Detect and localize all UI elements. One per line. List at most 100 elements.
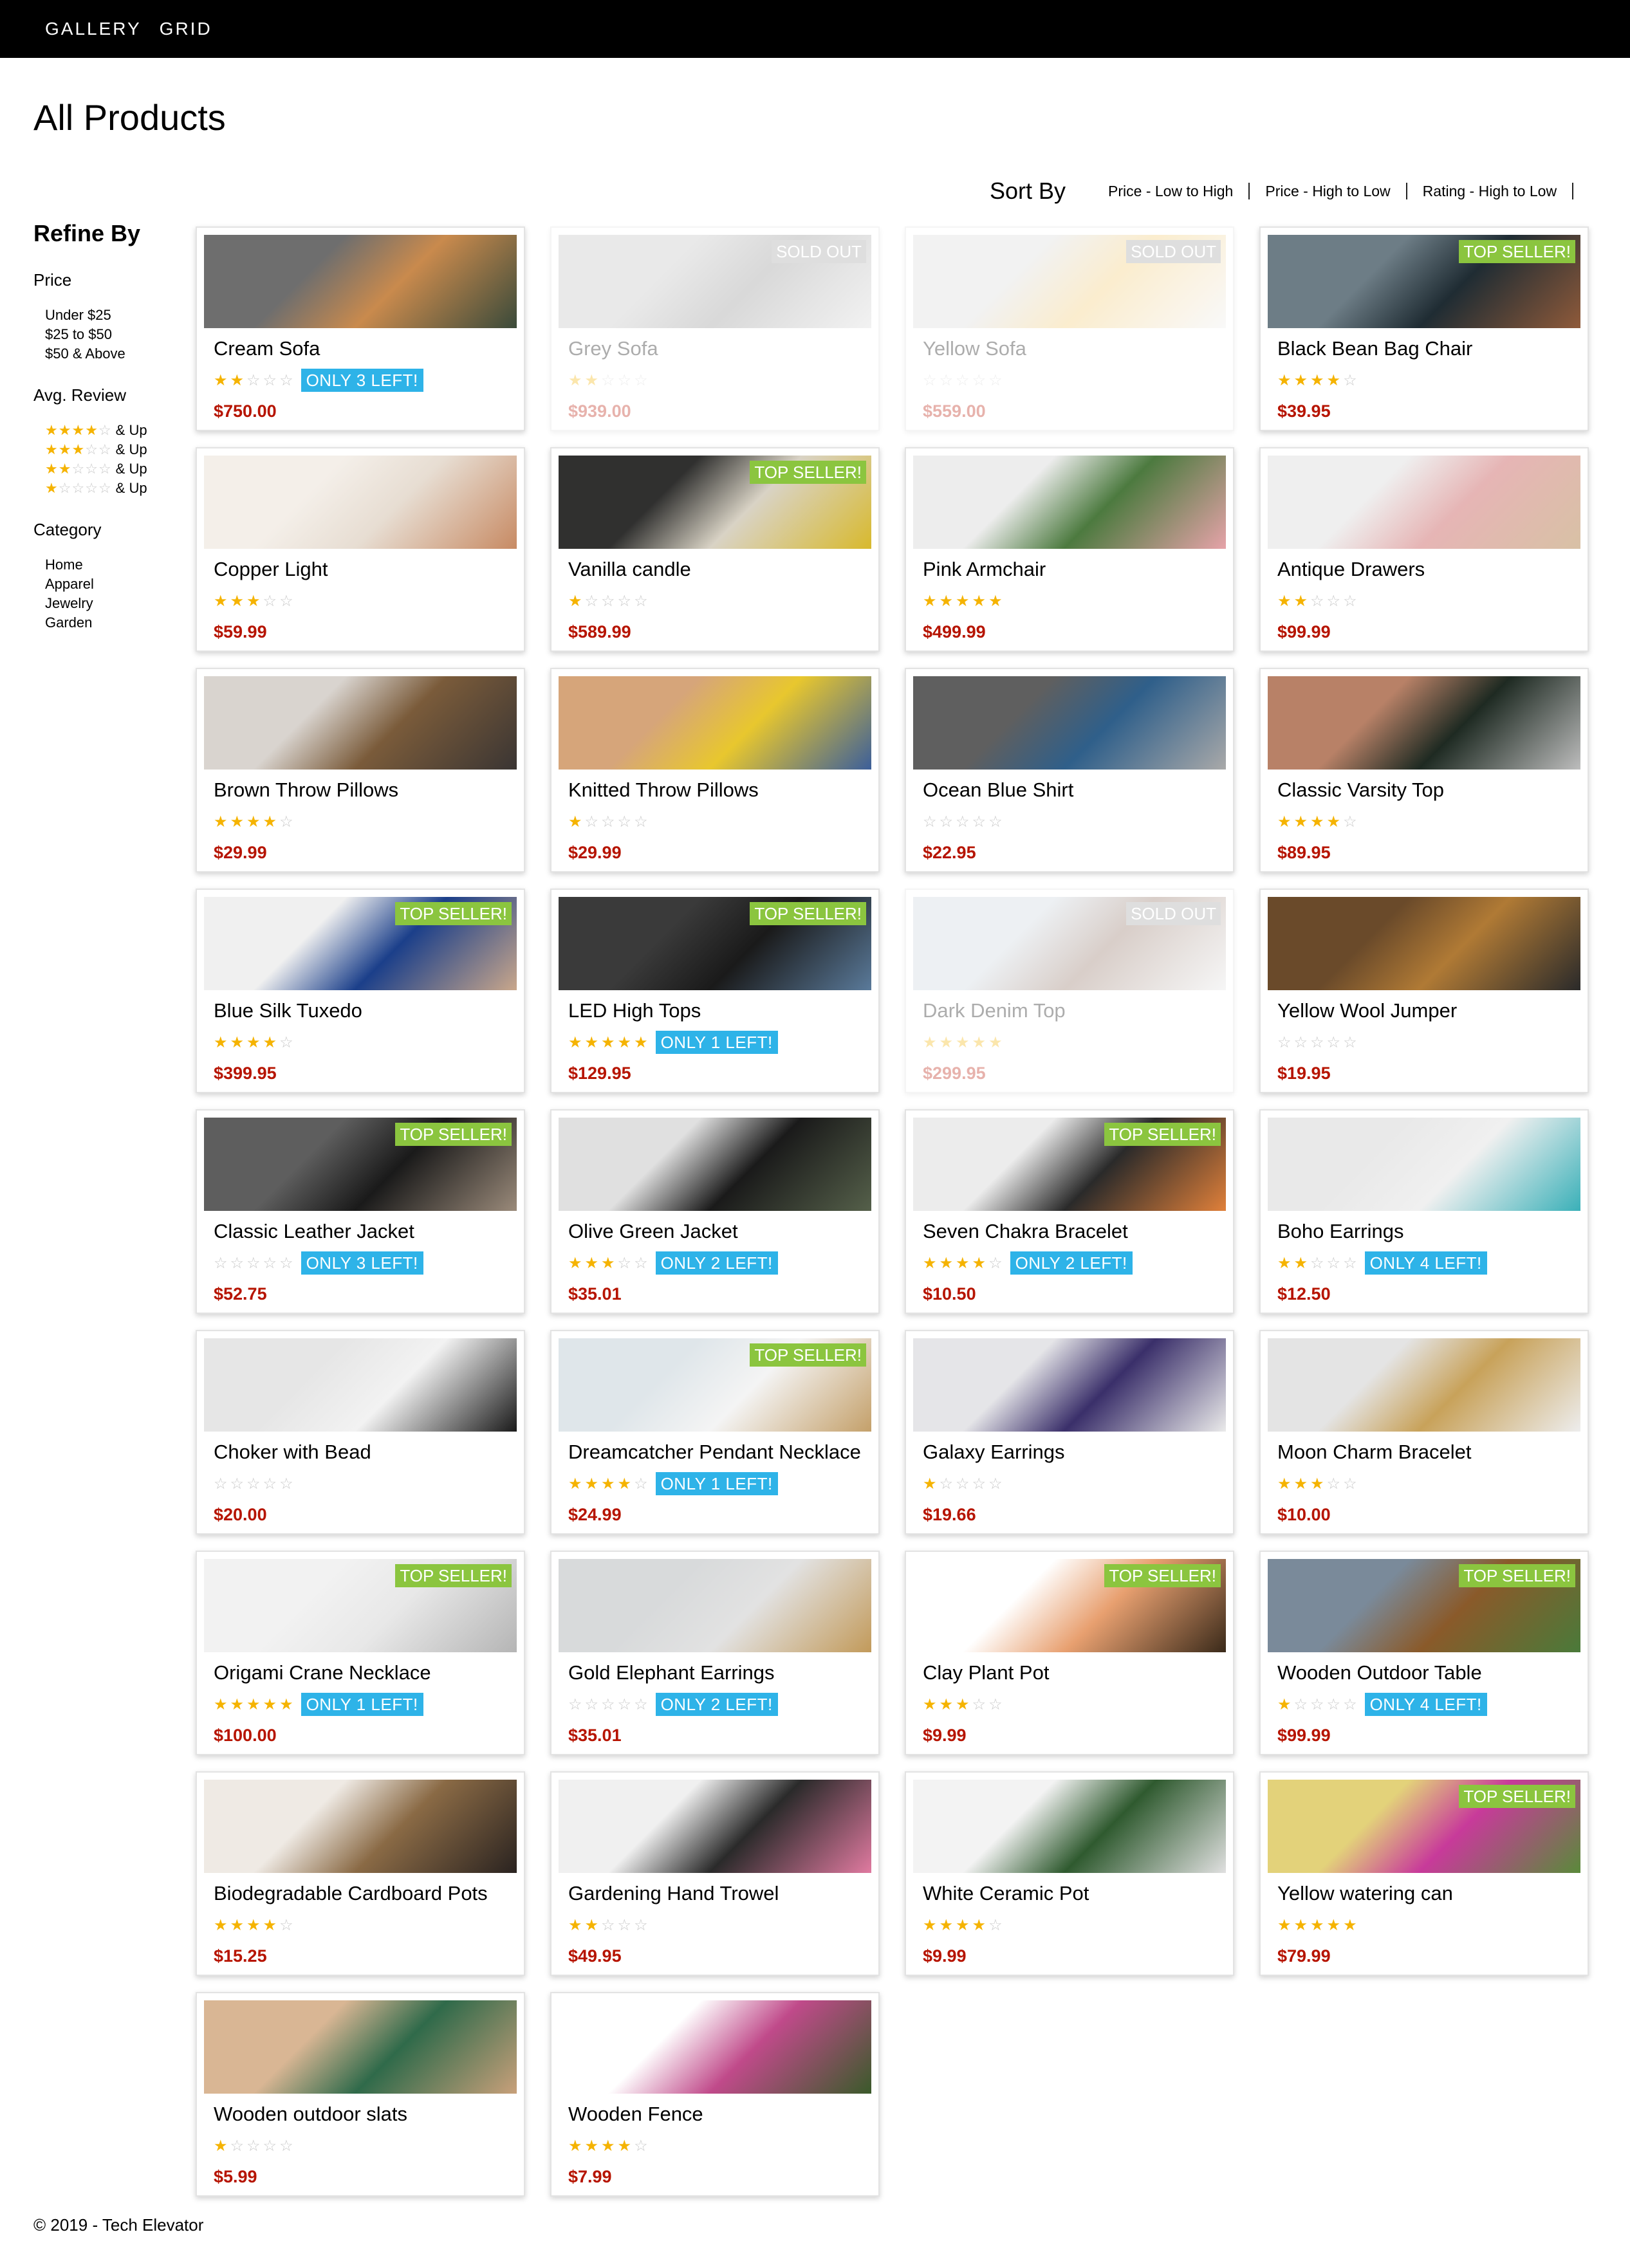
product-image[interactable] (204, 1780, 517, 1873)
product-card[interactable]: Gold Elephant Earrings ☆☆☆☆☆ ONLY 2 LEFT! $… (550, 1551, 880, 1755)
product-card[interactable]: Brown Throw Pillows ★★★★☆ $29.99 (196, 668, 525, 872)
product-name[interactable]: Brown Throw Pillows (214, 779, 517, 804)
product-name[interactable]: Ocean Blue Shirt (923, 779, 1226, 804)
sort-price-low-high[interactable]: Price - Low to High (1093, 183, 1250, 199)
product-image[interactable]: TOP SELLER! (559, 897, 871, 990)
product-card[interactable]: TOP SELLER! Blue Silk Tuxedo ★★★★☆ $399.95 (196, 889, 525, 1093)
product-name[interactable]: Antique Drawers (1277, 558, 1580, 584)
product-card[interactable]: Gardening Hand Trowel ★★☆☆☆ $49.95 (550, 1771, 880, 1976)
product-name[interactable]: Gardening Hand Trowel (568, 1882, 871, 1908)
product-name[interactable]: Blue Silk Tuxedo (214, 999, 517, 1025)
product-image[interactable]: TOP SELLER! (204, 1559, 517, 1652)
product-image[interactable]: TOP SELLER! (204, 897, 517, 990)
price-option-under-25[interactable]: Under $25 (45, 306, 181, 325)
category-option-garden[interactable]: Garden (45, 613, 181, 632)
product-name[interactable]: Yellow watering can (1277, 1882, 1580, 1908)
product-name[interactable]: Clay Plant Pot (923, 1661, 1226, 1687)
product-image[interactable] (204, 456, 517, 549)
nav-gallery-link[interactable]: GALLERY (45, 19, 142, 39)
product-card[interactable]: Biodegradable Cardboard Pots ★★★★☆ $15.25 (196, 1771, 525, 1976)
category-option-home[interactable]: Home (45, 555, 181, 575)
price-option-50-above[interactable]: $50 & Above (45, 344, 181, 364)
sort-price-high-low[interactable]: Price - High to Low (1250, 183, 1407, 199)
product-name[interactable]: Classic Leather Jacket (214, 1220, 517, 1246)
product-image[interactable] (204, 676, 517, 770)
product-card[interactable]: TOP SELLER! Origami Crane Necklace ★★★★★ ON… (196, 1551, 525, 1755)
product-card[interactable]: SOLD OUT Dark Denim Top ★★★★★ $299.95 (905, 889, 1234, 1093)
product-name[interactable]: Biodegradable Cardboard Pots (214, 1882, 517, 1908)
product-image[interactable]: TOP SELLER! (559, 456, 871, 549)
product-name[interactable]: Dreamcatcher Pendant Necklace (568, 1441, 871, 1466)
product-name[interactable]: Cream Sofa (214, 337, 517, 363)
product-card[interactable]: TOP SELLER! Clay Plant Pot ★★★☆☆ $9.99 (905, 1551, 1234, 1755)
product-name[interactable]: Wooden Fence (568, 2103, 871, 2128)
product-card[interactable]: White Ceramic Pot ★★★★☆ $9.99 (905, 1771, 1234, 1976)
product-card[interactable]: TOP SELLER! Classic Leather Jacket ☆☆☆☆☆ ON… (196, 1109, 525, 1314)
product-card[interactable]: SOLD OUT Yellow Sofa ☆☆☆☆☆ $559.00 (905, 226, 1234, 431)
product-name[interactable]: Vanilla candle (568, 558, 871, 584)
product-card[interactable]: Ocean Blue Shirt ☆☆☆☆☆ $22.95 (905, 668, 1234, 872)
product-card[interactable]: Antique Drawers ★★☆☆☆ $99.99 (1259, 447, 1589, 652)
product-image[interactable] (559, 1559, 871, 1652)
product-name[interactable]: Olive Green Jacket (568, 1220, 871, 1246)
review-option-2-stars[interactable]: ★★☆☆☆ & Up (45, 459, 181, 479)
product-image[interactable] (1268, 897, 1580, 990)
product-name[interactable]: Copper Light (214, 558, 517, 584)
product-name[interactable]: LED High Tops (568, 999, 871, 1025)
product-image[interactable]: TOP SELLER! (1268, 1559, 1580, 1652)
sort-rating-high-low[interactable]: Rating - High to Low (1407, 183, 1574, 199)
product-name[interactable]: Gold Elephant Earrings (568, 1661, 871, 1687)
product-name[interactable]: Choker with Bead (214, 1441, 517, 1466)
product-card[interactable]: TOP SELLER! Yellow watering can ★★★★★ $79.9… (1259, 1771, 1589, 1976)
product-image[interactable] (1268, 1338, 1580, 1432)
price-option-25-to-50[interactable]: $25 to $50 (45, 325, 181, 344)
product-image[interactable] (913, 676, 1226, 770)
product-image[interactable]: TOP SELLER! (913, 1118, 1226, 1211)
review-option-3-stars[interactable]: ★★★☆☆ & Up (45, 440, 181, 459)
product-image[interactable]: TOP SELLER! (913, 1559, 1226, 1652)
product-image[interactable] (1268, 1118, 1580, 1211)
nav-grid-link[interactable]: GRID (160, 19, 212, 39)
product-name[interactable]: Grey Sofa (568, 337, 871, 363)
product-card[interactable]: TOP SELLER! LED High Tops ★★★★★ ONLY 1 LEFT… (550, 889, 880, 1093)
product-image[interactable] (913, 456, 1226, 549)
product-card[interactable]: Boho Earrings ★★☆☆☆ ONLY 4 LEFT! $12.50 (1259, 1109, 1589, 1314)
product-card[interactable]: Wooden Fence ★★★★☆ $7.99 (550, 1992, 880, 2197)
product-name[interactable]: Dark Denim Top (923, 999, 1226, 1025)
product-image[interactable]: TOP SELLER! (1268, 1780, 1580, 1873)
product-name[interactable]: Galaxy Earrings (923, 1441, 1226, 1466)
product-name[interactable]: Pink Armchair (923, 558, 1226, 584)
product-image[interactable] (559, 676, 871, 770)
product-card[interactable]: Cream Sofa ★★☆☆☆ ONLY 3 LEFT! $750.00 (196, 226, 525, 431)
product-card[interactable]: Yellow Wool Jumper ☆☆☆☆☆ $19.95 (1259, 889, 1589, 1093)
product-card[interactable]: TOP SELLER! Wooden Outdoor Table ★☆☆☆☆ ONLY… (1259, 1551, 1589, 1755)
product-name[interactable]: Seven Chakra Bracelet (923, 1220, 1226, 1246)
review-option-1-stars[interactable]: ★☆☆☆☆ & Up (45, 479, 181, 498)
category-option-jewelry[interactable]: Jewelry (45, 594, 181, 613)
product-name[interactable]: Classic Varsity Top (1277, 779, 1580, 804)
product-card[interactable]: TOP SELLER! Dreamcatcher Pendant Necklace… (550, 1330, 880, 1535)
product-image[interactable] (559, 1118, 871, 1211)
product-card[interactable]: Wooden outdoor slats ★☆☆☆☆ $5.99 (196, 1992, 525, 2197)
product-card[interactable]: TOP SELLER! Seven Chakra Bracelet ★★★★☆ ONL… (905, 1109, 1234, 1314)
product-card[interactable]: Olive Green Jacket ★★★☆☆ ONLY 2 LEFT! $35.0… (550, 1109, 880, 1314)
product-card[interactable]: TOP SELLER! Black Bean Bag Chair ★★★★☆ $39.… (1259, 226, 1589, 431)
product-card[interactable]: Choker with Bead ☆☆☆☆☆ $20.00 (196, 1330, 525, 1535)
product-card[interactable]: TOP SELLER! Vanilla candle ★☆☆☆☆ $589.99 (550, 447, 880, 652)
product-image[interactable]: SOLD OUT (913, 235, 1226, 328)
product-image[interactable]: SOLD OUT (913, 897, 1226, 990)
product-name[interactable]: Moon Charm Bracelet (1277, 1441, 1580, 1466)
product-card[interactable]: Knitted Throw Pillows ★☆☆☆☆ $29.99 (550, 668, 880, 872)
product-image[interactable]: TOP SELLER! (1268, 235, 1580, 328)
product-name[interactable]: White Ceramic Pot (923, 1882, 1226, 1908)
product-name[interactable]: Wooden Outdoor Table (1277, 1661, 1580, 1687)
review-option-4-stars[interactable]: ★★★★☆ & Up (45, 421, 181, 440)
product-image[interactable] (1268, 676, 1580, 770)
product-image[interactable] (913, 1780, 1226, 1873)
product-card[interactable]: Copper Light ★★★☆☆ $59.99 (196, 447, 525, 652)
product-image[interactable] (204, 235, 517, 328)
product-image[interactable] (559, 2000, 871, 2094)
category-option-apparel[interactable]: Apparel (45, 575, 181, 594)
product-image[interactable]: TOP SELLER! (204, 1118, 517, 1211)
product-name[interactable]: Boho Earrings (1277, 1220, 1580, 1246)
